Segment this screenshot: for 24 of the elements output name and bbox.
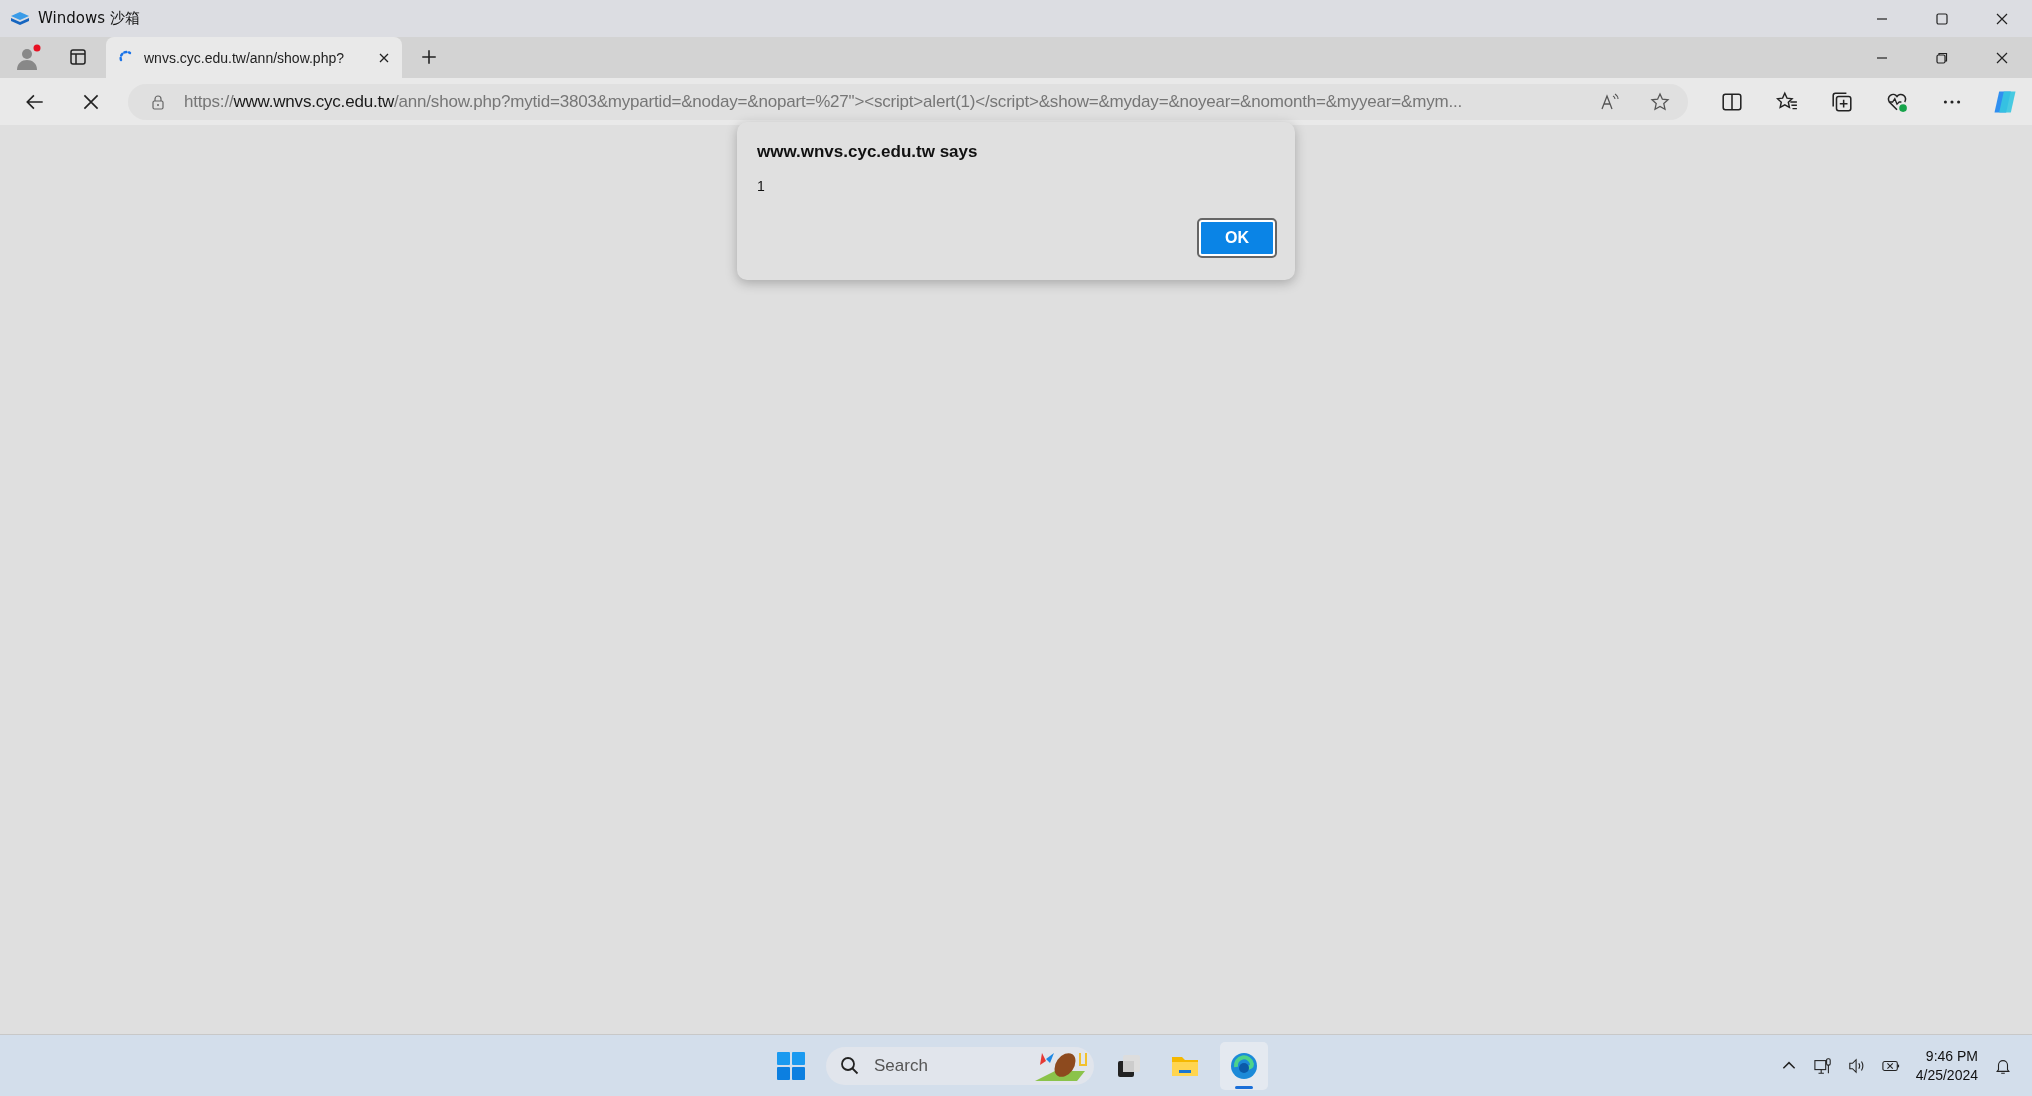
collections-icon[interactable] [1831, 90, 1853, 113]
read-aloud-icon[interactable] [1600, 91, 1620, 112]
sandbox-logo-icon [10, 10, 30, 27]
star-icon[interactable] [1650, 91, 1670, 112]
close-tab-icon[interactable] [378, 51, 390, 64]
network-icon[interactable] [1813, 1056, 1832, 1075]
window-title: Windows 沙箱 [38, 9, 140, 28]
dialog-message: 1 [757, 178, 765, 194]
new-tab-icon[interactable] [420, 48, 438, 66]
clock[interactable]: 9:46 PM 4/25/2024 [1915, 1046, 1978, 1085]
address-bar[interactable]: https://www.wnvs.cyc.edu.tw/ann/show.php?mytid=3803&mypartid=&noday=&nopart=%27"><script>alert(1)</script>&show=&myday=&noyear=&nomonth=&myyear=&mym... [128, 83, 1688, 120]
search-icon [840, 1055, 860, 1076]
start-icon[interactable] [776, 1050, 806, 1081]
tab-actions-icon[interactable] [68, 47, 88, 67]
browser-icon [1229, 1050, 1259, 1081]
search-field[interactable]: Search [872, 1054, 1006, 1077]
volume-icon[interactable] [1847, 1056, 1866, 1075]
search-bar[interactable]: Search [826, 1046, 1094, 1085]
ok-button[interactable]: OK [1199, 220, 1275, 256]
url-text: https://www.wnvs.cyc.edu.tw/ann/show.php?mytid=3803&mypartid=&noday=&nopart=%27"><script>alert(1)</script>&show=&myday=&noyear=&nomonth=&myyear=&mym... [184, 91, 1463, 112]
lock-icon [150, 93, 166, 110]
dialog-title: www.wnvs.cyc.edu.tw says [757, 142, 978, 162]
browser-taskbar-button[interactable] [1220, 1041, 1268, 1090]
browser-tab[interactable]: wnvs.cyc.edu.tw/ann/show.php? [106, 37, 402, 78]
